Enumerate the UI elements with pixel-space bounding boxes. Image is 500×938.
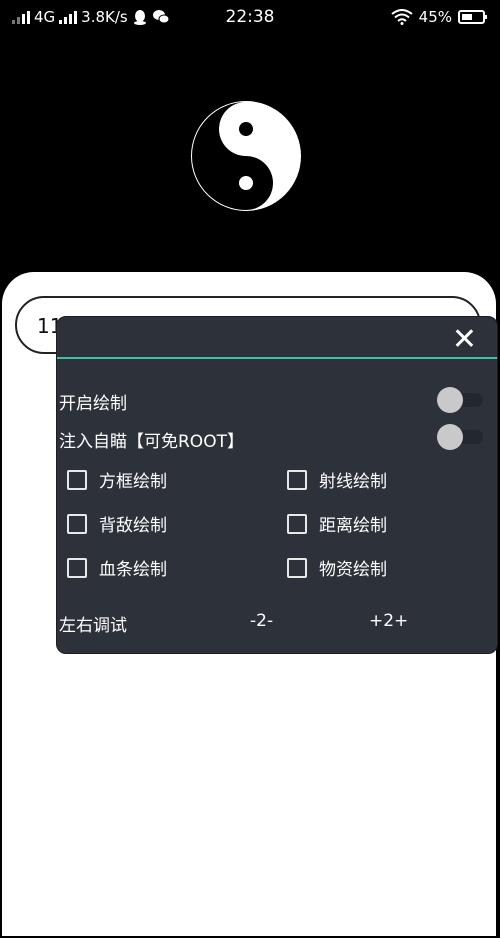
checkbox-item-draw[interactable]: 物资绘制 (287, 555, 387, 580)
checkbox-icon (67, 557, 87, 578)
checkbox-icon (67, 513, 87, 534)
aim-toggle[interactable] (437, 424, 483, 450)
checkbox-label: 物资绘制 (319, 560, 387, 580)
cheat-menu-panel: ✕ 开启绘制 注入自瞄【可免ROOT】 方框绘制 射线绘制 背敌绘制 距离绘制 … (56, 316, 498, 654)
checkbox-label: 血条绘制 (99, 560, 167, 580)
wifi-icon (391, 9, 413, 25)
checkbox-icon (67, 469, 87, 490)
yin-yang-logo (191, 101, 301, 211)
checkbox-label: 背敌绘制 (99, 516, 167, 536)
checkbox-label: 距离绘制 (319, 516, 387, 536)
adjust-plus-button[interactable]: +2+ (369, 611, 408, 631)
close-icon[interactable]: ✕ (452, 325, 477, 355)
adjust-label: 左右调试 (59, 616, 127, 636)
status-right: 45% (391, 8, 488, 26)
checkbox-label: 射线绘制 (319, 472, 387, 492)
status-bar: 4G 3.8K/s 22:38 45% (0, 0, 500, 36)
toggle-knob (437, 387, 463, 413)
checkbox-box-draw[interactable]: 方框绘制 (67, 467, 167, 492)
header-divider (57, 357, 497, 359)
checkbox-health-draw[interactable]: 血条绘制 (67, 555, 167, 580)
battery-icon (458, 10, 487, 24)
checkbox-behind-draw[interactable]: 背敌绘制 (67, 511, 167, 536)
toggle-knob (437, 424, 463, 450)
draw-toggle[interactable] (437, 387, 483, 413)
toggle-label-aim: 注入自瞄【可免ROOT】 (59, 432, 244, 452)
checkbox-icon (287, 469, 307, 490)
battery-percent: 45% (418, 8, 452, 26)
checkbox-label: 方框绘制 (99, 472, 167, 492)
adjust-minus-button[interactable]: -2- (250, 611, 273, 631)
checkbox-icon (287, 557, 307, 578)
checkbox-icon (287, 513, 307, 534)
checkbox-ray-draw[interactable]: 射线绘制 (287, 467, 387, 492)
checkbox-distance-draw[interactable]: 距离绘制 (287, 511, 387, 536)
toggle-label-draw: 开启绘制 (59, 394, 127, 414)
